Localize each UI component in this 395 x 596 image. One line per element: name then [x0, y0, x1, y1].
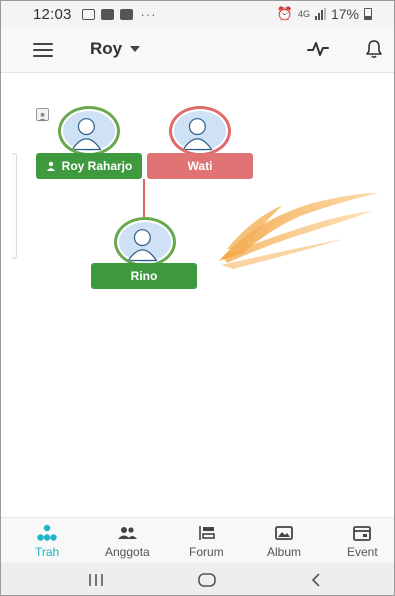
status-notification-icons: ··· — [81, 6, 157, 22]
member-card-roy-raharjo[interactable]: Roy Raharjo — [36, 153, 142, 179]
person-silhouette-icon — [71, 118, 102, 151]
member-card-rino[interactable]: Rino — [91, 263, 197, 289]
nav-event[interactable]: Event — [347, 524, 378, 559]
nav-label: Trah — [35, 545, 60, 559]
app-bar: Roy — [1, 27, 394, 73]
person-silhouette-icon — [182, 118, 213, 151]
member-card-wati[interactable]: Wati — [147, 153, 253, 179]
family-tree-icon — [37, 524, 57, 541]
person-icon — [46, 161, 55, 171]
member-name: Roy Raharjo — [61, 159, 133, 173]
members-icon — [118, 527, 138, 539]
person-toggle-icon[interactable] — [36, 108, 49, 122]
recent-apps-icon[interactable] — [87, 572, 105, 588]
person-silhouette-icon — [127, 229, 158, 262]
member-avatar-rino[interactable] — [114, 217, 176, 267]
family-tree-canvas[interactable]: Roy Raharjo Wati Rino — [1, 73, 394, 517]
nav-label: Event — [347, 545, 378, 559]
battery-icon — [364, 8, 372, 20]
alarm-icon: ⏰ — [276, 6, 293, 21]
activity-icon[interactable] — [307, 40, 329, 58]
video-notification-icon — [119, 8, 133, 20]
network-type: 4G — [297, 9, 310, 19]
home-icon[interactable] — [197, 572, 217, 588]
signal-icon — [314, 8, 326, 20]
brush-arrow-annotation — [219, 193, 379, 269]
system-navigation-bar — [1, 563, 394, 595]
back-icon[interactable] — [309, 572, 323, 588]
member-avatar-roy[interactable] — [58, 106, 120, 156]
side-drawer-handle[interactable] — [12, 153, 17, 259]
chevron-down-icon — [130, 46, 141, 52]
nav-forum[interactable]: Forum — [189, 524, 224, 559]
notification-bell-icon[interactable] — [365, 39, 383, 59]
nav-label: Album — [267, 545, 302, 559]
app-title: Roy — [90, 39, 123, 58]
bottom-navigation: Trah Anggota Forum Album Event — [1, 517, 394, 563]
more-notifications-icon: ··· — [140, 6, 157, 22]
nav-trah[interactable]: Trah — [35, 524, 59, 559]
menu-icon[interactable] — [33, 43, 53, 57]
album-icon — [275, 526, 293, 540]
parent-child-connector — [143, 179, 145, 217]
event-icon — [353, 526, 372, 541]
battery-percent: 17% — [330, 6, 359, 22]
status-system-icons: ⏰ 4G 17% — [277, 6, 372, 22]
family-selector[interactable]: Roy — [90, 39, 141, 59]
nav-label: Anggota — [105, 545, 150, 559]
member-avatar-wati[interactable] — [169, 106, 231, 156]
image-notification-icon — [100, 8, 114, 20]
forum-icon — [199, 526, 216, 540]
status-time: 12:03 — [33, 5, 72, 23]
nav-anggota[interactable]: Anggota — [105, 524, 150, 559]
member-name: Rino — [130, 269, 158, 283]
status-bar: 12:03 ··· ⏰ 4G 17% — [1, 1, 394, 27]
member-name: Wati — [187, 159, 213, 173]
gallery-notification-icon — [81, 8, 95, 20]
nav-album[interactable]: Album — [267, 524, 301, 559]
nav-label: Forum — [189, 545, 224, 559]
app-screen: 12:03 ··· ⏰ 4G 17% Roy Roy Raharjo Wati … — [0, 0, 395, 596]
